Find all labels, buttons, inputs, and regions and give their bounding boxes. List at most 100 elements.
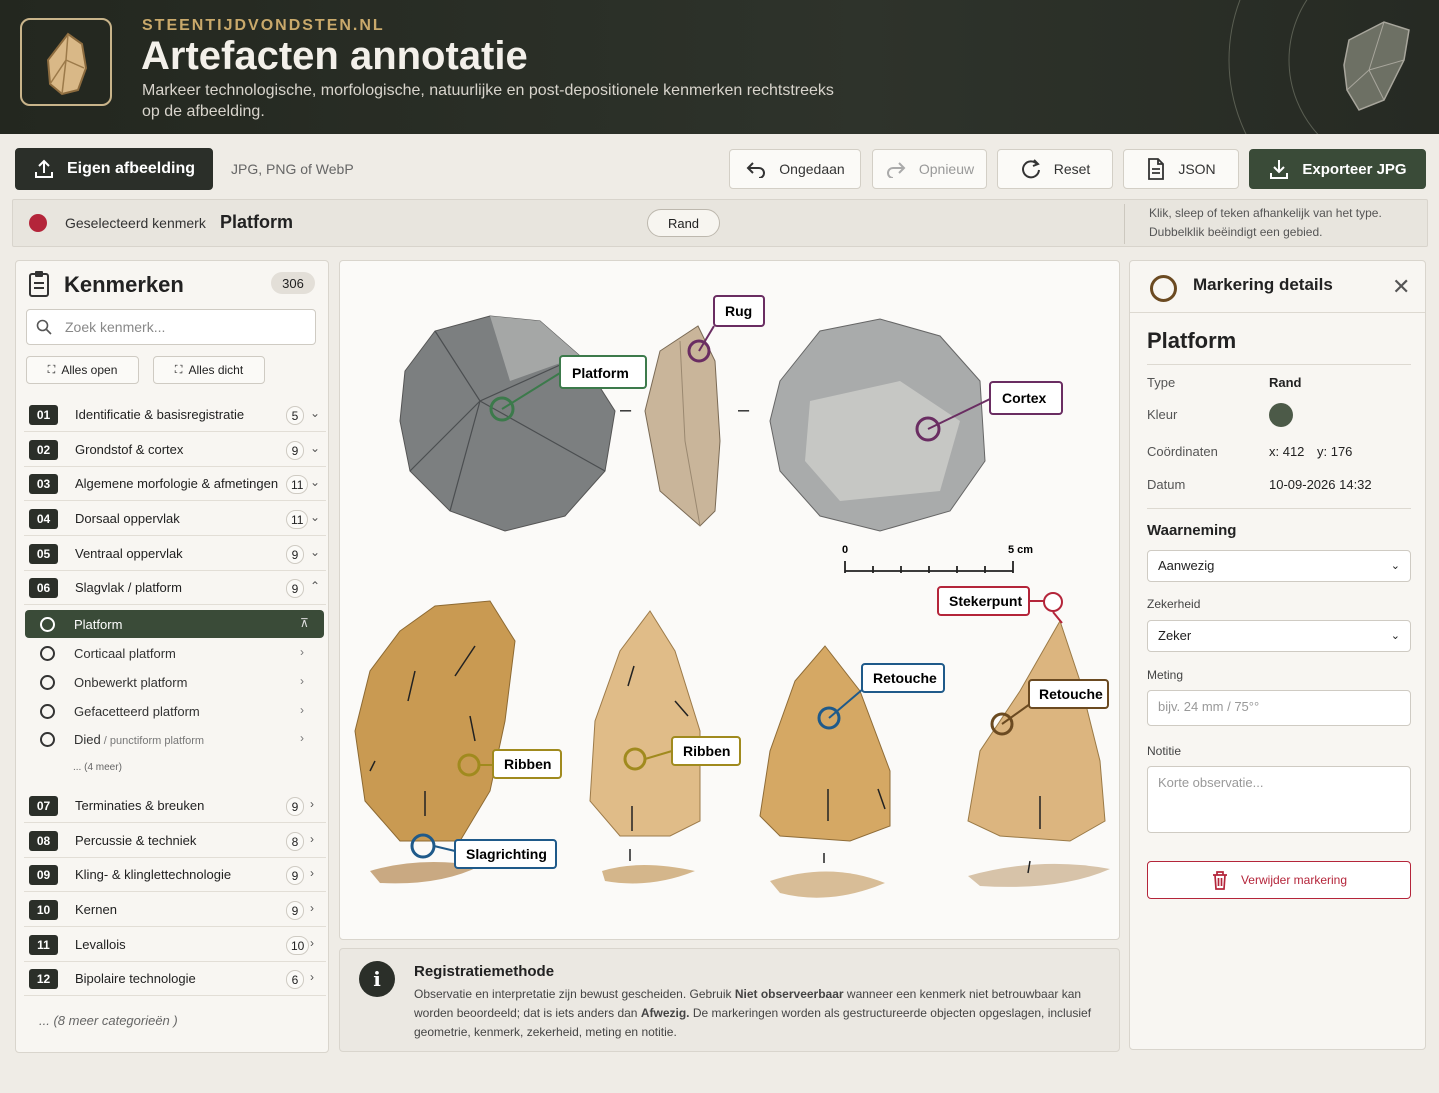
category-item[interactable]: 07 Terminaties & breuken 9 › [24,789,326,823]
subitem-text: Onbewerkt platform [74,675,188,690]
category-count: 10 [286,936,310,955]
color-swatch[interactable] [1269,403,1293,427]
search-icon [36,319,52,335]
label-platform: Platform [572,365,629,381]
expand-all-button[interactable]: ⛶ Alles open [26,356,139,384]
upload-icon [34,159,53,178]
category-item[interactable]: 03 Algemene morfologie & afmetingen 11 ⌄ [24,467,326,501]
type-key: Type [1147,375,1176,390]
redo-label: Opnieuw [918,161,975,177]
json-label: JSON [1178,161,1216,177]
selected-feature-value: Platform [220,212,294,232]
more-subitems: ... (4 meer) [73,762,122,773]
category-item[interactable]: 04 Dorsaal oppervlak 11 ⌄ [24,502,326,536]
category-number: 04 [29,509,58,529]
feature-subitem[interactable]: Platform ⊼ [25,610,324,638]
category-item[interactable]: 10 Kernen 9 › [24,893,326,927]
subitem-text: Died [74,732,101,747]
close-icon[interactable]: ✕ [1392,274,1410,300]
export-jpg-button[interactable]: Exporteer JPG [1249,149,1426,189]
subitem-label: Died / punctiform platform [74,732,204,747]
view-dash: – [620,399,632,421]
category-label: Algemene morfologie & afmetingen [75,476,279,491]
brand-name: STEENTIJDVONDSTEN.NL [142,17,385,34]
upload-image-button[interactable]: Eigen afbeelding [15,148,213,190]
view-dash: – [738,399,750,421]
measure-label: Meting [1147,668,1184,682]
coordinate-y: y: 176 [1317,444,1353,459]
radio-ring-icon [40,704,55,719]
category-item[interactable]: 05 Ventraal oppervlak 9 ⌄ [24,537,326,571]
selected-color-dot [29,214,47,232]
category-number: 06 [29,578,58,598]
chevron-right-icon: › [300,645,304,659]
category-item[interactable]: 06 Slagvlak / platform 9 ⌃ [24,571,326,605]
clipboard-icon [29,271,49,297]
undo-button[interactable]: Ongedaan [729,149,861,189]
category-label: Slagvlak / platform [75,580,182,595]
feature-subitem[interactable]: Corticaal platform › [25,639,324,667]
certainty-value: Zeker [1158,628,1192,643]
measure-input[interactable]: bijv. 24 mm / 75°° [1147,690,1411,726]
delete-marking-button[interactable]: Verwijder markering [1147,861,1411,899]
category-count: 9 [286,866,304,885]
chevron-right-icon: › [310,866,314,880]
category-item[interactable]: 12 Bipolaire technologie 6 › [24,962,326,996]
chevron-right-icon: › [300,674,304,688]
category-label: Kernen [75,902,117,917]
subitem-label: Platform [74,617,122,632]
category-item[interactable]: 08 Percussie & techniek 8 › [24,824,326,858]
subitem-label: Corticaal platform [74,646,176,661]
coordinate-x: x: 412 [1269,444,1305,459]
reset-button[interactable]: Reset [997,149,1113,189]
divider [1147,364,1411,365]
annotation-stekerpunt[interactable]: Stekerpunt [937,586,1063,624]
upload-formats: JPG, PNG of WebP [231,161,354,177]
note-label: Notitie [1147,744,1182,758]
scale-bar [844,561,1014,573]
chevron-right-icon: › [310,832,314,846]
feature-subitem[interactable]: Onbewerkt platform › [25,668,324,696]
category-number: 05 [29,544,58,564]
label-rug: Rug [725,303,752,319]
category-item[interactable]: 01 Identificatie & basisregistratie 5 ⌄ [24,398,326,432]
observation-title: Waarneming [1147,522,1237,539]
subitem-suffix: / punctiform platform [100,735,205,747]
redo-button[interactable]: Opnieuw [872,149,987,189]
label-retouche: Retouche [1039,686,1103,702]
info-text-part: Observatie en interpretatie zijn bewust … [414,987,735,1001]
artifact-image[interactable]: – – 0 5 cm Platform Rug Cortex Stekerpun… [340,261,1119,939]
category-count: 8 [286,832,304,851]
category-count: 9 [286,579,304,598]
chevron-right-icon: › [310,901,314,915]
chevron-right-icon: › [310,970,314,984]
certainty-select[interactable]: Zeker ⌄ [1147,620,1411,652]
feature-subitem[interactable]: Died / punctiform platform › [25,725,324,753]
feature-subitem[interactable]: Gefacetteerd platform › [25,697,324,725]
observation-select[interactable]: Aanwezig ⌄ [1147,550,1411,582]
collapse-all-button[interactable]: ⛶ Alles dicht [153,356,265,384]
category-item[interactable]: 11 Levallois 10 › [24,928,326,962]
subitem-text: Corticaal platform [74,646,176,661]
reset-icon [1021,159,1040,179]
redo-icon [886,162,906,178]
subitem-label: Onbewerkt platform [74,675,187,690]
category-number: 03 [29,474,58,494]
category-number: 11 [29,935,58,955]
radio-ring-icon [40,617,55,632]
chevron-right-icon: › [300,703,304,717]
category-item[interactable]: 09 Kling- & klinglettechnologie 9 › [24,858,326,892]
feature-search-input[interactable]: Zoek kenmerk... [26,309,316,345]
category-item[interactable]: 02 Grondstof & cortex 9 ⌄ [24,433,326,467]
chevron-down-icon: ⌃ [310,579,321,593]
date-value: 10-09-2026 14:32 [1269,477,1372,492]
note-textarea[interactable]: Korte observatie... [1147,766,1411,833]
expand-icon: ⛶ [47,363,56,376]
features-title: Kenmerken [64,272,184,297]
info-icon: i [359,961,395,997]
json-button[interactable]: JSON [1123,149,1239,189]
radio-ring-icon [40,646,55,661]
page-title: Artefacten annotatie [141,34,528,78]
divider [1130,312,1425,313]
category-count: 9 [286,901,304,920]
